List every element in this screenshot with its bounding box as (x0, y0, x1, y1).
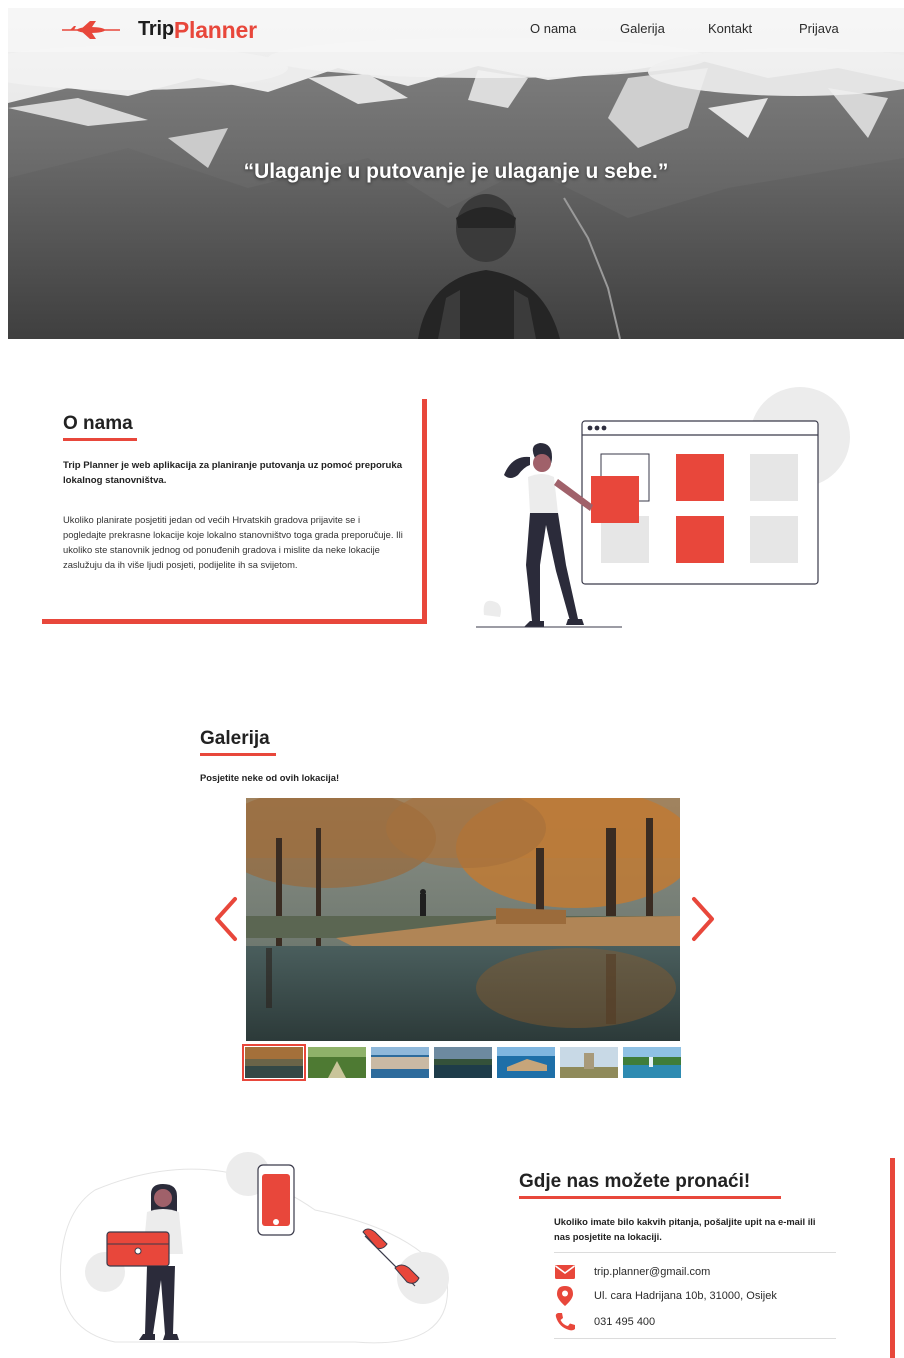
hero-quote: “Ulaganje u putovanje je ulaganje u sebe… (243, 160, 669, 183)
envelope-icon (554, 1262, 576, 1282)
gallery-main-image[interactable] (246, 798, 680, 1041)
gallery-thumb-3[interactable] (371, 1047, 429, 1078)
contact-title-underline (519, 1196, 781, 1199)
hero-section: TripPlanner O nama Galerija Kontakt Prij… (8, 8, 904, 339)
thumb-coast-image (497, 1047, 555, 1078)
nav-item-o-nama[interactable]: O nama (530, 21, 576, 36)
contact-divider-bottom (554, 1338, 836, 1339)
gallery-thumb-1[interactable] (242, 1044, 306, 1081)
about-title: O nama (63, 413, 133, 434)
park-lake-image (246, 798, 680, 1041)
contact-email[interactable]: trip.planner@gmail.com (594, 1266, 710, 1278)
contact-text: Ukoliko imate bilo kakvih pitanja, pošal… (554, 1216, 816, 1242)
gallery-thumb-7[interactable] (623, 1047, 681, 1078)
gallery-thumb-6[interactable] (560, 1047, 618, 1078)
gallery-thumbnails (242, 1044, 683, 1081)
logo-trip: Trip (138, 17, 174, 40)
logo-text: TripPlanner (138, 17, 257, 44)
contact-phone[interactable]: 031 495 400 (594, 1316, 655, 1328)
chevron-left-icon[interactable] (211, 895, 241, 943)
gallery-thumb-5[interactable] (497, 1047, 555, 1078)
gallery-thumb-2[interactable] (308, 1047, 366, 1078)
contact-email-row[interactable]: trip.planner@gmail.com (554, 1262, 710, 1282)
thumb-forest-image (308, 1047, 366, 1078)
thumb-park-image (245, 1047, 303, 1078)
nav-item-galerija[interactable]: Galerija (620, 21, 665, 36)
thumb-fortress-image (560, 1047, 618, 1078)
contact-address: Ul. cara Hadrijana 10b, 31000, Osijek (594, 1290, 777, 1302)
nav-item-kontakt[interactable]: Kontakt (708, 21, 752, 36)
contact-divider-top (554, 1252, 836, 1253)
about-body: Ukoliko planirate posjetiti jedan od već… (63, 514, 403, 570)
phone-icon (554, 1312, 576, 1332)
contact-title: Gdje nas možete pronaći! (519, 1171, 751, 1192)
contact-accent-bar (890, 1158, 895, 1358)
logo[interactable]: TripPlanner (60, 14, 257, 46)
gallery-thumb-4[interactable] (434, 1047, 492, 1078)
navbar: TripPlanner O nama Galerija Kontakt Prij… (8, 8, 904, 52)
about-illustration (476, 387, 850, 628)
gallery-title-underline (200, 753, 276, 756)
about-lead: Trip Planner je web aplikacija za planir… (63, 460, 403, 486)
about-title-underline (63, 438, 137, 441)
contact-address-row: Ul. cara Hadrijana 10b, 31000, Osijek (554, 1286, 777, 1306)
nav-item-prijava[interactable]: Prijava (799, 21, 839, 36)
plane-icon (62, 21, 120, 39)
map-pin-icon (554, 1286, 576, 1306)
chevron-right-icon[interactable] (688, 895, 718, 943)
thumb-riverside-image (434, 1047, 492, 1078)
thumb-waterfall-image (623, 1047, 681, 1078)
gallery-subtitle: Posjetite neke od ovih lokacija! (200, 772, 340, 783)
logo-planner: Planner (173, 16, 257, 43)
contact-illustration (59, 1152, 449, 1344)
thumb-city-image (371, 1047, 429, 1078)
contact-phone-row[interactable]: 031 495 400 (554, 1312, 655, 1332)
gallery-title: Galerija (200, 728, 270, 749)
